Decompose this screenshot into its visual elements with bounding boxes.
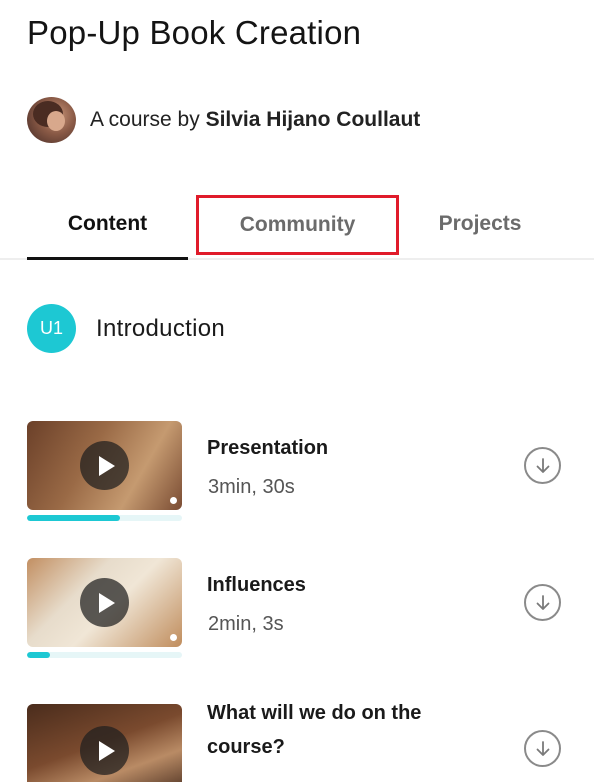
author-byline: A course by Silvia Hijano Coullaut <box>90 108 420 132</box>
course-title: Pop-Up Book Creation <box>27 14 362 51</box>
lesson-duration: 2min, 3s <box>208 613 284 635</box>
lesson-progress-fill <box>27 515 120 521</box>
tab-projects[interactable]: Projects <box>412 194 548 254</box>
byline-prefix: A course by <box>90 108 200 131</box>
author-row[interactable]: A course by Silvia Hijano Coullaut <box>27 97 420 143</box>
lesson-thumbnail[interactable] <box>27 558 182 647</box>
unit-title: Introduction <box>96 314 226 342</box>
lesson-title[interactable]: Influences <box>207 568 306 602</box>
download-icon[interactable] <box>524 730 561 767</box>
thumbnail-corner-dot <box>170 497 177 504</box>
lesson-title[interactable]: Presentation <box>207 431 328 465</box>
download-icon[interactable] <box>524 447 561 484</box>
lesson-duration: 3min, 30s <box>208 476 295 498</box>
avatar-face <box>47 111 65 131</box>
thumbnail-corner-dot <box>170 634 177 641</box>
lesson-title[interactable]: What will we do on the course? <box>207 696 421 764</box>
author-avatar[interactable] <box>27 97 76 143</box>
lesson-thumbnail[interactable] <box>27 421 182 510</box>
tab-bar: Content Community Projects <box>0 194 594 260</box>
unit-header: U1 Introduction <box>27 304 225 353</box>
lesson-title-line-1: What will we do on the <box>207 702 422 724</box>
play-icon[interactable] <box>80 578 129 627</box>
lesson-progress-fill <box>27 652 51 658</box>
lesson-progress-bar <box>27 652 182 658</box>
author-name[interactable]: Silvia Hijano Coullaut <box>206 108 421 131</box>
play-icon[interactable] <box>80 441 129 490</box>
download-icon[interactable] <box>524 584 561 621</box>
lesson-title-line-2: course? <box>207 736 285 758</box>
play-icon[interactable] <box>80 726 129 775</box>
tab-community[interactable]: Community <box>196 195 399 255</box>
unit-badge: U1 <box>27 304 76 353</box>
tab-content[interactable]: Content <box>27 194 188 260</box>
lesson-thumbnail[interactable] <box>27 704 182 782</box>
lesson-progress-bar <box>27 515 182 521</box>
